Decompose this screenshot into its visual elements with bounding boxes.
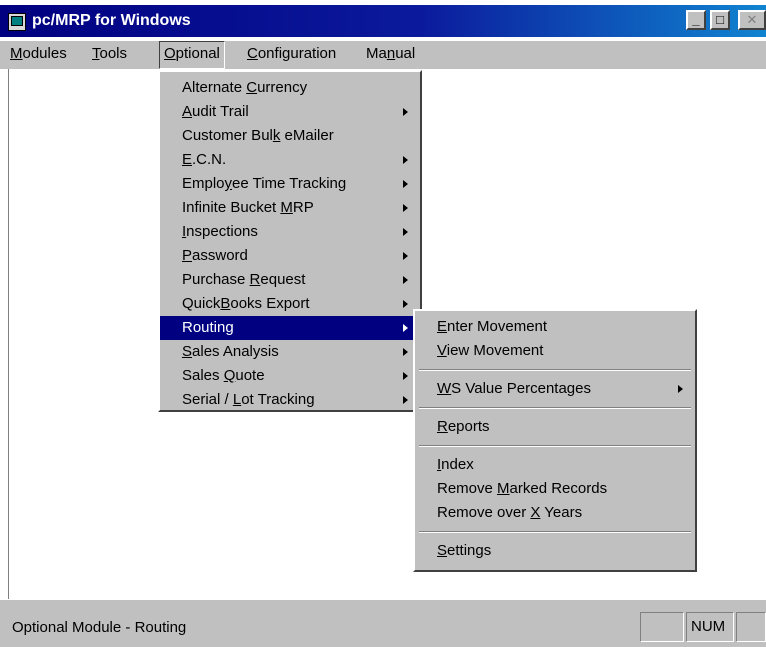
menu-modules[interactable]: Modules <box>6 41 71 67</box>
menu-item-index[interactable]: Index <box>415 453 695 477</box>
routing-submenu: Enter Movement View Movement WS Value Pe… <box>413 309 697 572</box>
minimize-button[interactable]: _ <box>686 10 706 30</box>
submenu-arrow-icon <box>403 324 408 332</box>
submenu-arrow-icon <box>678 385 683 393</box>
menu-optional[interactable]: Optional <box>159 41 225 69</box>
menu-item-infinite-bucket-mrp[interactable]: Infinite Bucket MRP <box>160 196 420 220</box>
menu-item-enter-movement[interactable]: Enter Movement <box>415 315 695 339</box>
menu-item-view-movement[interactable]: View Movement <box>415 339 695 363</box>
menu-item-quickbooks-export[interactable]: QuickBooks Export <box>160 292 420 316</box>
menu-item-reports[interactable]: Reports <box>415 415 695 439</box>
submenu-arrow-icon <box>403 108 408 116</box>
menu-item-remove-marked-records[interactable]: Remove Marked Records <box>415 477 695 501</box>
close-button[interactable]: ✕ <box>738 10 766 30</box>
title-bar[interactable]: pc/MRP for Windows _ □ ✕ <box>0 5 766 37</box>
menu-separator <box>419 369 691 371</box>
menu-item-audit-trail[interactable]: Audit Trail <box>160 100 420 124</box>
optional-menu: Alternate Currency Audit Trail Customer … <box>158 70 422 412</box>
menu-item-settings[interactable]: Settings <box>415 539 695 563</box>
menu-item-routing[interactable]: Routing <box>160 316 420 340</box>
menu-item-sales-quote[interactable]: Sales Quote <box>160 364 420 388</box>
menu-separator <box>419 445 691 447</box>
num-lock-indicator: NUM <box>686 612 734 642</box>
submenu-arrow-icon <box>403 372 408 380</box>
submenu-arrow-icon <box>403 156 408 164</box>
status-message: Optional Module - Routing <box>12 619 187 636</box>
submenu-arrow-icon <box>403 228 408 236</box>
status-panel-extra <box>736 612 766 642</box>
menu-item-inspections[interactable]: Inspections <box>160 220 420 244</box>
submenu-arrow-icon <box>403 396 408 404</box>
menu-manual[interactable]: Manual <box>362 41 419 67</box>
menu-separator <box>419 531 691 533</box>
submenu-arrow-icon <box>403 180 408 188</box>
submenu-arrow-icon <box>403 348 408 356</box>
menu-item-ws-value-percentages[interactable]: WS Value Percentages <box>415 377 695 401</box>
menu-separator <box>419 407 691 409</box>
menu-item-purchase-request[interactable]: Purchase Request <box>160 268 420 292</box>
menu-item-password[interactable]: Password <box>160 244 420 268</box>
menu-item-employee-time-tracking[interactable]: Employee Time Tracking <box>160 172 420 196</box>
menu-item-alternate-currency[interactable]: Alternate Currency <box>160 76 420 100</box>
submenu-arrow-icon <box>403 252 408 260</box>
submenu-arrow-icon <box>403 204 408 212</box>
maximize-button[interactable]: □ <box>710 10 730 30</box>
app-icon[interactable] <box>8 13 26 31</box>
menu-configuration[interactable]: Configuration <box>243 41 340 67</box>
menu-tools[interactable]: Tools <box>88 41 131 67</box>
menu-item-serial-lot-tracking[interactable]: Serial / Lot Tracking <box>160 388 420 412</box>
menu-item-customer-bulk-emailer[interactable]: Customer Bulk eMailer <box>160 124 420 148</box>
application-window: pc/MRP for Windows _ □ ✕ Modules Tools O… <box>0 0 766 647</box>
window-title: pc/MRP for Windows <box>32 12 191 29</box>
menu-item-remove-over-x-years[interactable]: Remove over X Years <box>415 501 695 525</box>
submenu-arrow-icon <box>403 276 408 284</box>
menu-item-sales-analysis[interactable]: Sales Analysis <box>160 340 420 364</box>
status-panel-empty <box>640 612 684 642</box>
submenu-arrow-icon <box>403 300 408 308</box>
menu-item-ecn[interactable]: E.C.N. <box>160 148 420 172</box>
menu-bar: Modules Tools Optional Configuration Man… <box>0 41 766 69</box>
status-bar: Optional Module - Routing NUM <box>0 600 766 647</box>
